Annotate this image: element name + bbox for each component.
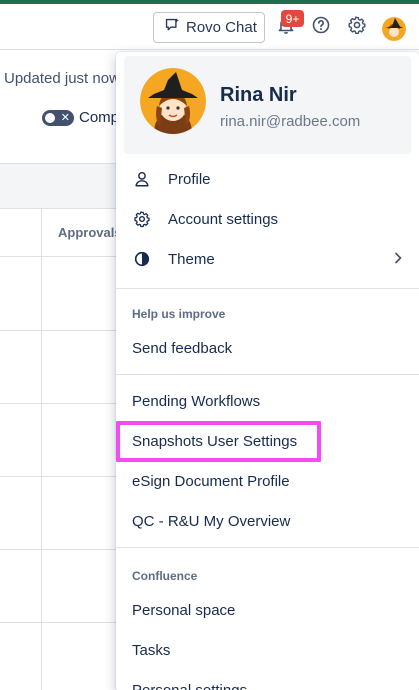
user-avatar-button[interactable] [382, 17, 406, 41]
profile-email: rina.nir@radbee.com [220, 113, 361, 130]
help-button[interactable] [310, 16, 332, 38]
menu-item-label: Personal settings [132, 681, 248, 690]
compact-toggle[interactable]: ✕ [42, 110, 74, 126]
rovo-chat-icon [164, 17, 181, 38]
menu-item-esign-document-profile[interactable]: eSign Document Profile [116, 461, 419, 501]
menu-item-account-settings[interactable]: Account settings [116, 199, 419, 239]
theme-icon [132, 249, 152, 269]
last-updated-text: Updated just now [4, 70, 120, 87]
menu-item-label: Personal space [132, 601, 236, 619]
menu-divider [116, 547, 419, 548]
toggle-off-icon: ✕ [60, 112, 70, 124]
menu-item-personal-space[interactable]: Personal space [116, 590, 419, 630]
witch-avatar-icon [140, 68, 206, 134]
menu-item-pending-workflows[interactable]: Pending Workflows [116, 381, 419, 421]
notification-count-badge: 9+ [281, 10, 304, 27]
menu-item-label: Pending Workflows [132, 392, 261, 410]
menu-divider [116, 374, 419, 375]
top-navigation-bar: Rovo Chat 9+ [0, 4, 419, 50]
profile-avatar [140, 68, 206, 134]
table-row-divider [0, 622, 120, 623]
menu-item-label: Theme [168, 250, 215, 268]
person-icon [132, 169, 152, 189]
highlight-box [116, 421, 321, 462]
account-dropdown-menu: Rina Nir rina.nir@radbee.com Profile Acc… [116, 52, 419, 690]
settings-button[interactable] [346, 16, 368, 38]
menu-item-label: eSign Document Profile [132, 472, 290, 490]
avatar-icon [382, 17, 406, 41]
menu-item-label: QC - R&U My Overview [132, 512, 291, 530]
help-us-improve-heading: Help us improve [132, 307, 226, 321]
menu-item-label: Send feedback [132, 339, 233, 357]
table-row-divider [0, 476, 120, 477]
confluence-heading: Confluence [132, 569, 198, 583]
menu-divider [116, 288, 419, 289]
menu-item-personal-settings[interactable]: Personal settings [116, 670, 419, 690]
chevron-right-icon [395, 252, 402, 264]
menu-item-send-feedback[interactable]: Send feedback [116, 328, 419, 368]
menu-item-label: Profile [168, 170, 211, 188]
toggle-knob [45, 113, 55, 123]
toggle-label: Comp [79, 109, 120, 126]
menu-item-label: Account settings [168, 210, 279, 228]
table-row-divider [0, 256, 120, 257]
menu-item-theme[interactable]: Theme [116, 239, 419, 279]
table-row-divider [0, 549, 120, 550]
profile-name: Rina Nir [220, 84, 297, 106]
menu-item-label: Tasks [132, 641, 171, 659]
gear-icon [347, 15, 367, 40]
menu-item-qc-ru-my-overview[interactable]: QC - R&U My Overview [116, 501, 419, 541]
approvals-column-header: Approvals [58, 225, 122, 240]
rovo-chat-label: Rovo Chat [186, 19, 257, 36]
table-row-divider [0, 330, 120, 331]
table-column-divider [41, 209, 42, 690]
help-icon [311, 15, 331, 40]
menu-item-tasks[interactable]: Tasks [116, 630, 419, 670]
menu-item-profile[interactable]: Profile [116, 159, 419, 199]
rovo-chat-button[interactable]: Rovo Chat [153, 12, 265, 43]
profile-card: Rina Nir rina.nir@radbee.com [124, 56, 411, 154]
table-row-divider [0, 403, 120, 404]
gear-icon [132, 209, 152, 229]
